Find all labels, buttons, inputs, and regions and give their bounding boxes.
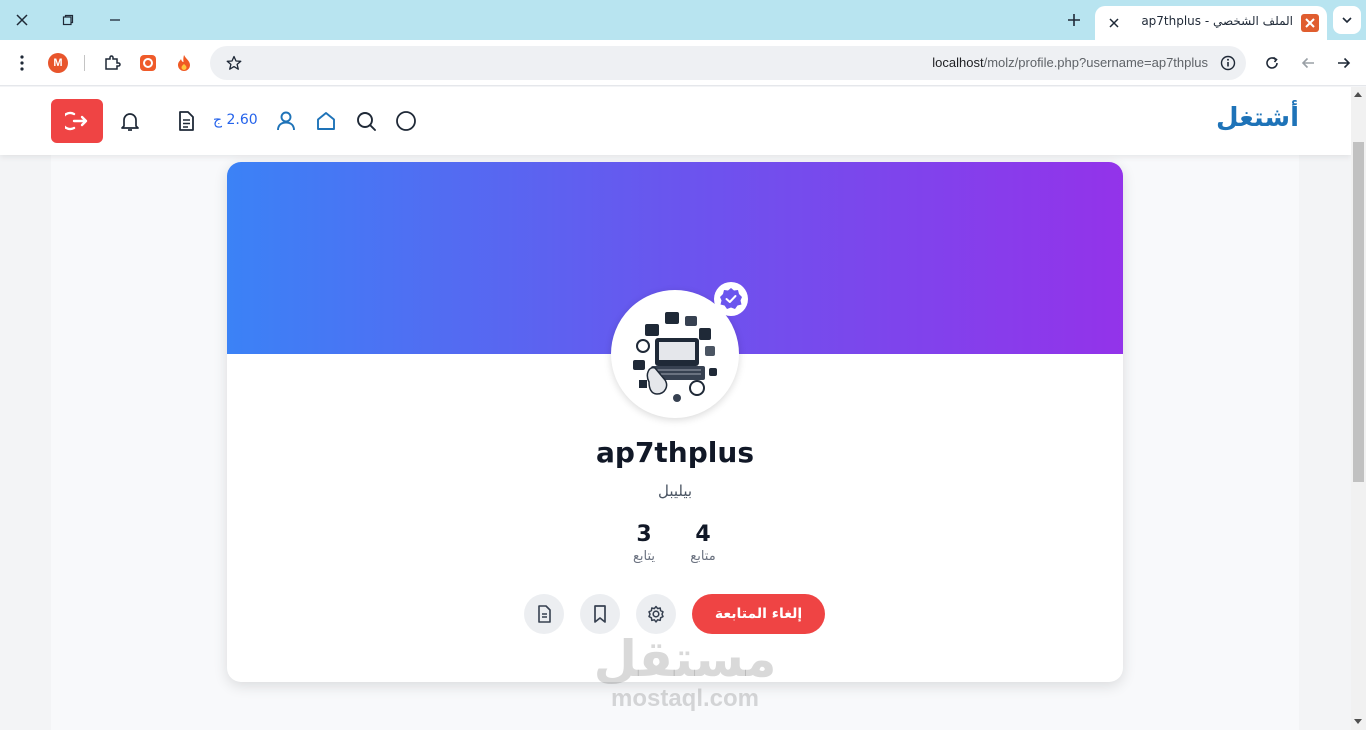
bookmark-star-icon[interactable]: [220, 49, 248, 77]
followers-label: متابع: [690, 549, 716, 564]
bookmarks-button[interactable]: [580, 594, 620, 634]
minimize-window-icon[interactable]: [100, 6, 130, 34]
followers-count: 4: [695, 522, 711, 547]
profile-card: ap7thplus بيليبل 4 متابع 3 يتابع إلغاء ا…: [227, 162, 1123, 682]
extension-flame-icon[interactable]: [170, 49, 198, 77]
bookmark-icon: [594, 605, 606, 623]
theme-toggle-icon[interactable]: [394, 109, 418, 133]
new-tab-button[interactable]: [1060, 6, 1088, 34]
home-icon[interactable]: [314, 109, 338, 133]
reload-icon[interactable]: [1258, 49, 1286, 77]
url-host: localhost: [932, 55, 984, 70]
mostaql-watermark: مستقل mostaql.com: [560, 632, 810, 712]
avatar-illustration: [615, 294, 735, 414]
close-window-icon[interactable]: [7, 6, 37, 34]
url-text: localhost/molz/profile.php?username=ap7t…: [932, 55, 1208, 70]
address-bar[interactable]: localhost/molz/profile.php?username=ap7t…: [210, 46, 1246, 80]
following-count: 3: [636, 522, 652, 547]
site-brand-logo[interactable]: أشتغل: [1216, 103, 1299, 133]
following-stat[interactable]: 3 يتابع: [614, 522, 674, 564]
toolbar-separator: [84, 55, 85, 71]
extension-orange-icon[interactable]: [134, 49, 162, 77]
followers-stat[interactable]: 4 متابع: [673, 522, 733, 564]
browser-tab-strip: الملف الشخصي - ap7thplus: [0, 0, 1366, 40]
back-arrow-icon[interactable]: [1294, 49, 1322, 77]
watermark-arabic: مستقل: [593, 630, 777, 688]
forward-arrow-icon[interactable]: [1330, 49, 1358, 77]
tab-title: الملف الشخصي - ap7thplus: [1141, 14, 1293, 28]
document-icon[interactable]: [174, 109, 198, 133]
extensions-puzzle-icon[interactable]: [98, 49, 126, 77]
unfollow-button[interactable]: إلغاء المتابعة: [692, 594, 825, 634]
scroll-down-icon[interactable]: [1354, 719, 1362, 724]
scroll-thumb[interactable]: [1353, 142, 1364, 482]
documents-button[interactable]: [524, 594, 564, 634]
bell-icon[interactable]: [118, 109, 142, 133]
site-info-icon[interactable]: [1214, 49, 1242, 77]
profile-bio: بيليبل: [657, 482, 693, 500]
user-icon[interactable]: [274, 109, 298, 133]
page-viewport: أشتغل 2.60 ج ap7thplus بيليبل 4 متابع 3 …: [0, 87, 1351, 730]
settings-icon: [648, 605, 664, 623]
search-icon[interactable]: [354, 109, 378, 133]
extension-m-label: M: [48, 53, 68, 73]
verified-badge-icon: [714, 282, 748, 316]
scroll-up-icon[interactable]: [1354, 92, 1362, 97]
page-scrollbar[interactable]: [1351, 87, 1366, 730]
wallet-balance[interactable]: 2.60 ج: [213, 112, 258, 128]
profile-username: ap7thplus: [596, 436, 754, 469]
following-label: يتابع: [632, 549, 656, 564]
xampp-favicon-icon: [1301, 14, 1319, 32]
settings-button[interactable]: [636, 594, 676, 634]
url-path: /molz/profile.php?username=ap7thplus: [983, 55, 1208, 70]
site-navbar: أشتغل 2.60 ج: [0, 87, 1351, 155]
restore-window-icon[interactable]: [53, 6, 83, 34]
active-tab[interactable]: الملف الشخصي - ap7thplus: [1095, 6, 1327, 40]
browser-menu-icon[interactable]: [8, 49, 36, 77]
logout-icon: [65, 111, 88, 131]
tab-close-icon[interactable]: [1101, 10, 1127, 36]
watermark-latin: mostaql.com: [610, 685, 760, 712]
extension-m-icon[interactable]: M: [44, 49, 72, 77]
logout-button[interactable]: [51, 99, 103, 143]
document-icon: [538, 605, 551, 623]
tab-search-chevron-down-icon[interactable]: [1333, 6, 1361, 34]
